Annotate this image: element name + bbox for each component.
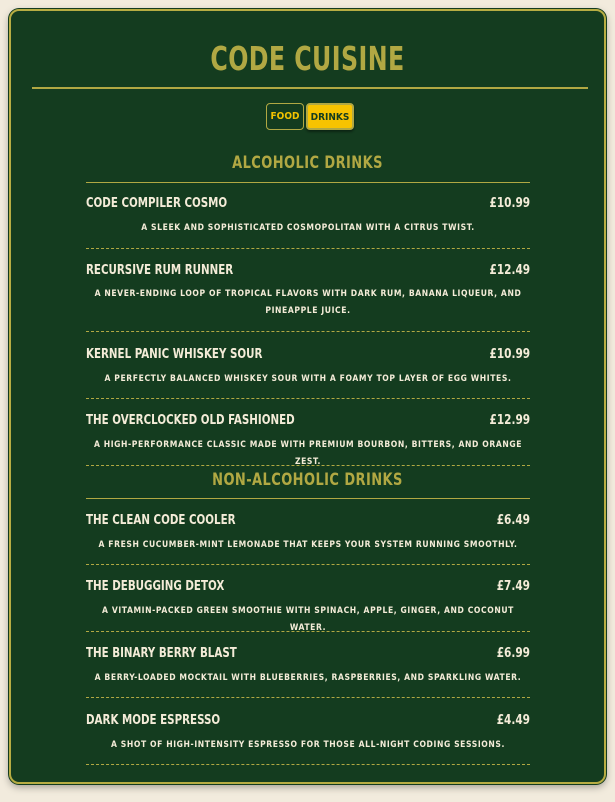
section-divider-alcoholic — [86, 182, 530, 183]
item-name: THE DEBUGGING DETOX — [86, 579, 225, 594]
item-price: £6.99 — [496, 646, 530, 661]
item-description: A FRESH CUCUMBER-MINT LEMONADE THAT KEEP… — [98, 540, 518, 550]
item-description: A PERFECTLY BALANCED WHISKEY SOUR WITH A… — [104, 374, 512, 384]
tab-drinks[interactable]: DRINKS — [306, 103, 354, 130]
item-divider — [86, 465, 530, 466]
item-price: £4.49 — [496, 713, 530, 728]
item-name: KERNEL PANIC WHISKEY SOUR — [86, 347, 263, 362]
item-name: THE OVERCLOCKED OLD FASHIONED — [86, 413, 295, 428]
item-price: £6.49 — [496, 513, 530, 528]
menu-card: CODE CUISINE FOOD DRINKS ALCOHOLIC DRINK… — [9, 9, 606, 784]
section-divider-non-alcoholic — [86, 498, 530, 499]
section-title-alcoholic: ALCOHOLIC DRINKS — [232, 153, 383, 173]
item-name: RECURSIVE RUM RUNNER — [86, 263, 234, 278]
item-name: DARK MODE ESPRESSO — [86, 713, 221, 728]
item-price: £10.99 — [489, 196, 530, 211]
title-divider — [32, 87, 588, 89]
item-description: A SLEEK AND SOPHISTICATED COSMOPOLITAN W… — [141, 223, 475, 233]
item-name: THE BINARY BERRY BLAST — [86, 646, 237, 661]
item-price: £12.99 — [489, 413, 530, 428]
section-title-non-alcoholic: NON-ALCOHOLIC DRINKS — [212, 470, 403, 490]
item-description: A NEVER-ENDING LOOP OF TROPICAL FLAVORS … — [94, 289, 522, 316]
item-divider — [86, 564, 530, 565]
item-price: £7.49 — [496, 579, 530, 594]
tab-food[interactable]: FOOD — [266, 103, 304, 130]
item-divider — [86, 331, 530, 332]
item-divider — [86, 248, 530, 249]
item-price: £10.99 — [489, 347, 530, 362]
item-name: THE CLEAN CODE COOLER — [86, 513, 236, 528]
menu-title: CODE CUISINE — [210, 39, 405, 78]
item-divider — [86, 631, 530, 632]
item-description: A SHOT OF HIGH-INTENSITY ESPRESSO FOR TH… — [110, 740, 505, 750]
item-divider — [86, 697, 530, 698]
item-name: CODE COMPILER COSMO — [86, 196, 228, 211]
item-price: £12.49 — [489, 263, 530, 278]
item-divider — [86, 398, 530, 399]
item-divider — [86, 764, 530, 765]
item-description: A BERRY-LOADED MOCKTAIL WITH BLUEBERRIES… — [94, 673, 522, 683]
